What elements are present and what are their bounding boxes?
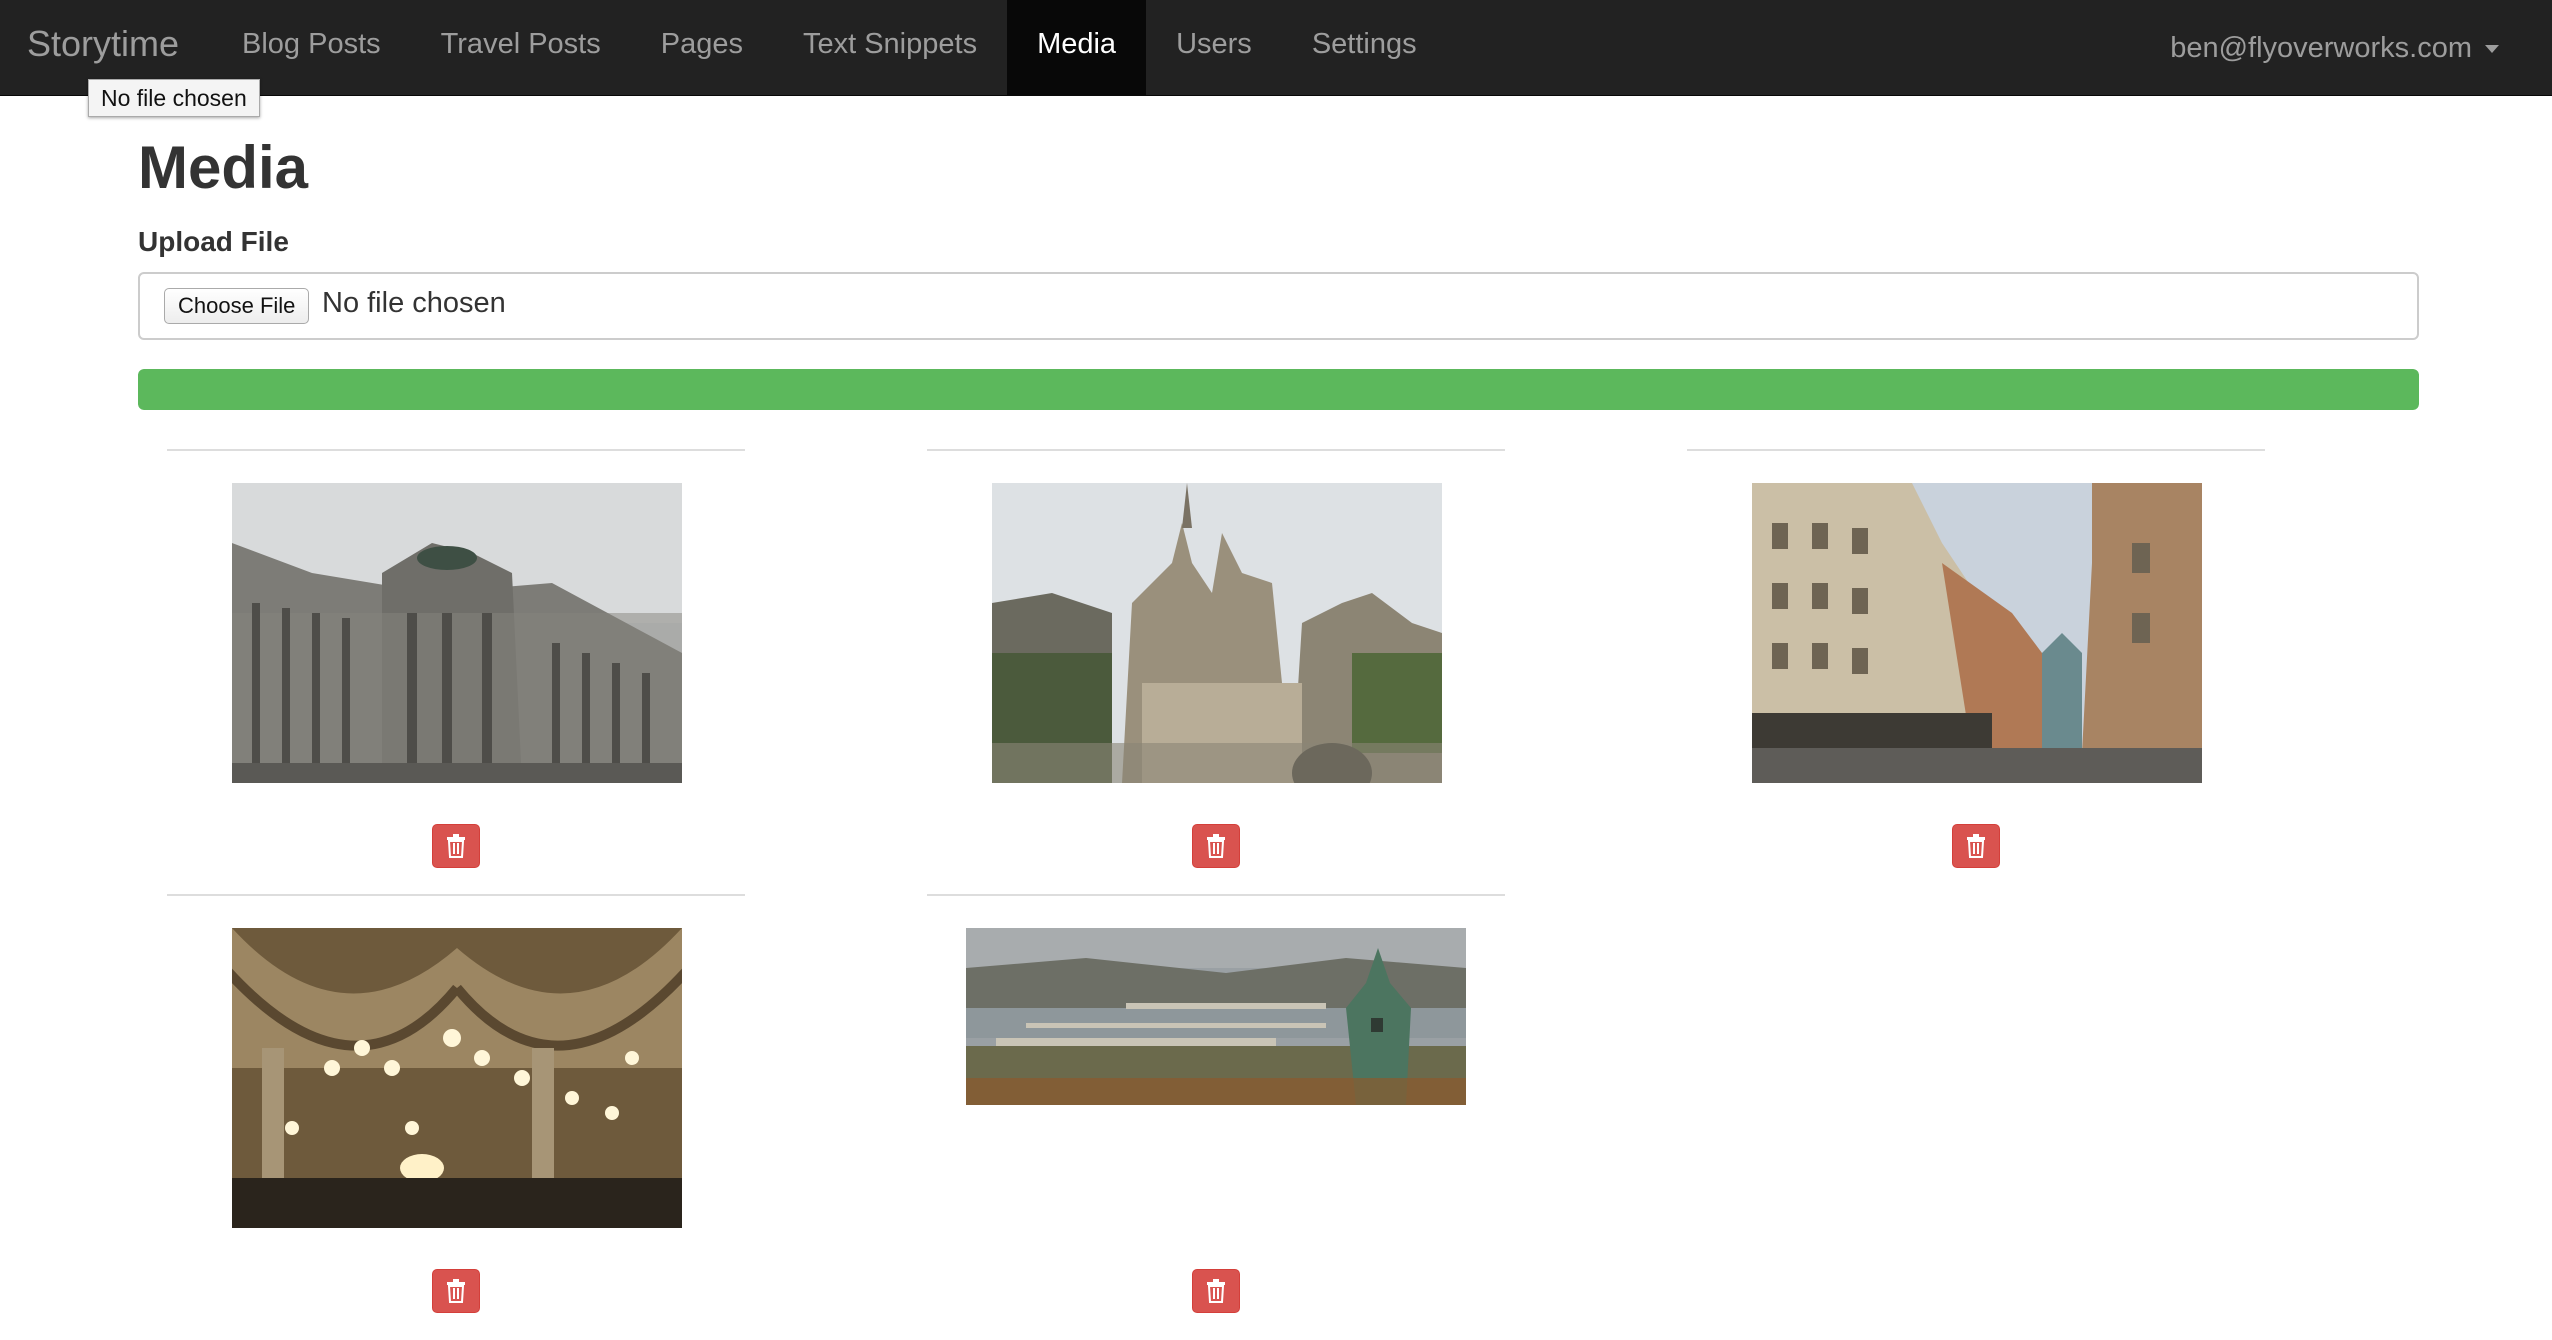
trash-icon [1207,834,1225,858]
trash-icon [1207,1279,1225,1303]
nav-item-users[interactable]: Users [1146,0,1282,96]
nav-item-text-snippets[interactable]: Text Snippets [773,0,1007,96]
nav-item-travel-posts[interactable]: Travel Posts [411,0,631,96]
media-thumbnail[interactable] [992,483,1442,783]
delete-media-button[interactable] [1192,824,1240,868]
upload-progress-fill [138,369,2419,410]
media-thumbnail[interactable] [232,928,682,1228]
nav-item-pages[interactable]: Pages [631,0,773,96]
delete-media-button[interactable] [1952,824,2000,868]
user-email: ben@flyoverworks.com [2170,32,2472,64]
file-input[interactable]: Choose File No file chosen [138,272,2419,340]
media-item [167,449,745,871]
trash-icon [1967,834,1985,858]
trash-icon [447,834,465,858]
page-title: Media [138,134,309,201]
file-tooltip: No file chosen [88,79,260,117]
caret-down-icon [2485,45,2499,53]
top-navbar: Storytime Blog Posts Travel Posts Pages … [0,0,2552,96]
choose-file-button[interactable]: Choose File [164,288,310,324]
media-item [1687,449,2265,871]
upload-progress-bar [138,369,2419,410]
file-status-text: No file chosen [322,287,506,319]
delete-media-button[interactable] [1192,1269,1240,1313]
delete-media-button[interactable] [432,1269,480,1313]
upload-file-label: Upload File [138,226,289,257]
media-thumbnail[interactable] [966,928,1466,1105]
nav-item-media[interactable]: Media [1007,0,1147,96]
media-thumbnail[interactable] [232,483,682,783]
delete-media-button[interactable] [432,824,480,868]
media-item [167,894,745,1316]
user-dropdown[interactable]: ben@flyoverworks.com [2170,0,2499,96]
media-item [927,449,1505,871]
media-thumbnail[interactable] [1752,483,2202,783]
nav-item-settings[interactable]: Settings [1282,0,1447,96]
media-item [927,894,1505,1316]
main-nav: Blog Posts Travel Posts Pages Text Snipp… [212,0,1447,96]
trash-icon [447,1279,465,1303]
